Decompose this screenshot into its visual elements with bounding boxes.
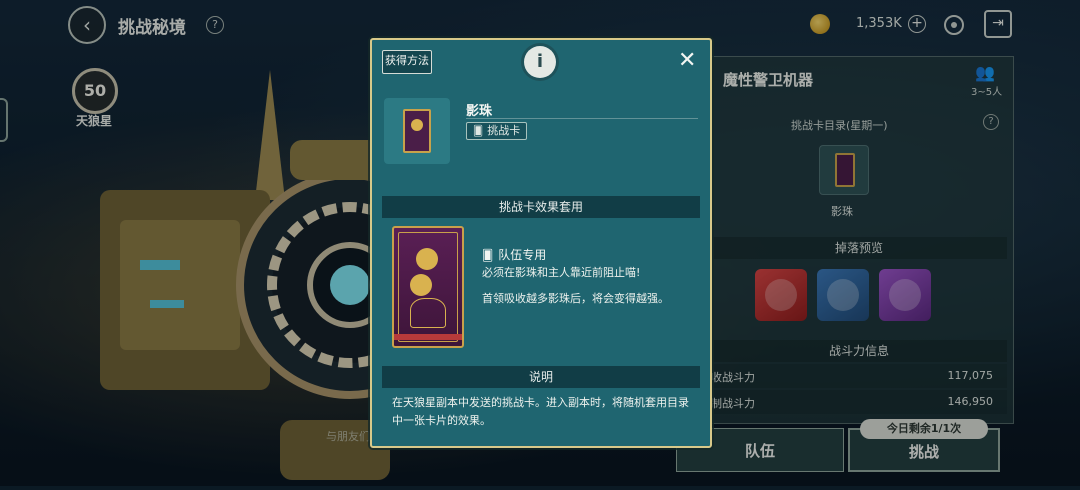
info-icon: i (524, 46, 556, 78)
effect-title-label: 队伍专用 (498, 248, 547, 262)
description-header: 说明 (382, 366, 700, 388)
item-thumbnail (384, 98, 450, 164)
description-text: 在天狼星副本中发送的挑战卡。进入副本时，将随机套用目录中一张卡片的效果。 (392, 396, 689, 427)
item-type-label: 挑战卡 (487, 124, 521, 137)
effect-description-1: 必须在影珠和主人靠近前阻止喵! (482, 266, 641, 279)
effect-description-2: 首领吸收越多影珠后，将会变得越强。 (482, 292, 669, 305)
close-icon[interactable]: ✕ (678, 48, 696, 73)
effect-title: 🂠 队伍专用 (482, 246, 546, 263)
item-type-tag: 🂠 挑战卡 (466, 122, 528, 140)
challenge-card-art (392, 226, 464, 348)
card-type-icon: 🂠 (473, 126, 484, 137)
item-name: 影珠 (466, 104, 493, 119)
divider (466, 118, 698, 119)
card-type-icon: 🂠 (482, 249, 494, 262)
item-detail-modal: 获得方法 i ✕ 影珠 🂠 挑战卡 挑战卡效果套用 🂠 队伍专用 必须在影珠和主人靠… (370, 38, 712, 448)
effect-section-header: 挑战卡效果套用 (382, 196, 700, 218)
acquire-method-button[interactable]: 获得方法 (382, 50, 432, 74)
